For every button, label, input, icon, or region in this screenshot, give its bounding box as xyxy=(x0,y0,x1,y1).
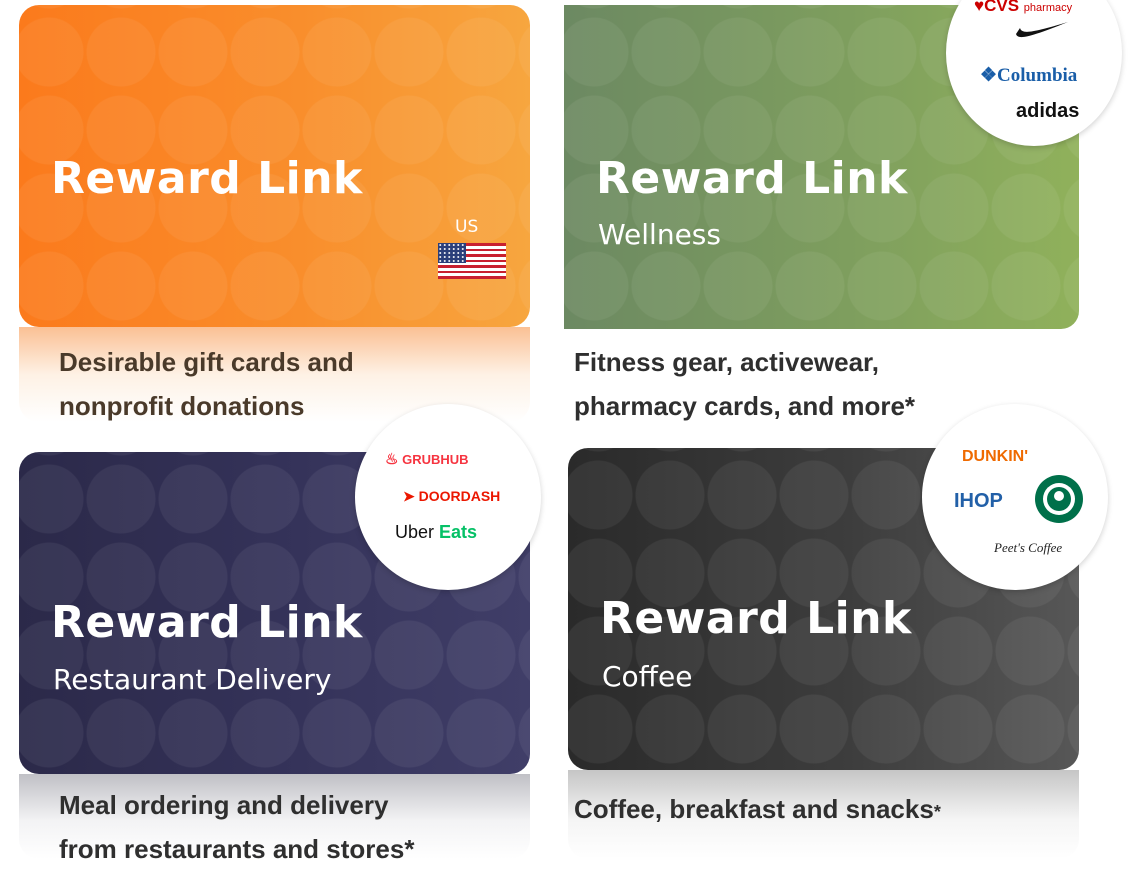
card-caption: Meal ordering and delivery from restaura… xyxy=(59,790,415,864)
brand-badge: DUNKIN' IHOP Peet's Coffee xyxy=(922,404,1108,590)
dunkin-logo: DUNKIN' xyxy=(962,448,1029,465)
card-title: Reward Link xyxy=(51,153,363,204)
card-caption: Coffee, breakfast and snacks* xyxy=(574,794,941,824)
peets-coffee-logo: Peet's Coffee xyxy=(994,540,1063,555)
brand-badge: ♨ GRUBHUB ➤ DOORDASH Uber Eats xyxy=(355,404,541,590)
columbia-logo: ❖Columbia xyxy=(980,65,1078,86)
starbucks-icon xyxy=(1035,475,1083,523)
adidas-logo: adidas xyxy=(1016,100,1080,122)
reward-card-us[interactable]: Reward Link US xyxy=(19,5,530,327)
ihop-logo: IHOP xyxy=(954,490,1003,512)
region-label: US xyxy=(455,217,479,237)
uber-eats-logo: Uber Eats xyxy=(395,522,478,542)
card-caption: Desirable gift cards and nonprofit donat… xyxy=(59,347,354,421)
grubhub-logo: ♨ GRUBHUB xyxy=(385,451,469,468)
card-subtitle: Restaurant Delivery xyxy=(53,663,332,696)
doordash-logo: ➤ DOORDASH xyxy=(403,488,501,504)
card-caption: Fitness gear, activewear, pharmacy cards… xyxy=(574,347,916,421)
card-subtitle: Wellness xyxy=(598,218,721,251)
card-title: Reward Link xyxy=(596,153,908,204)
cvs-pharmacy-logo: ♥CVS pharmacy xyxy=(974,0,1073,15)
nike-swoosh-icon xyxy=(1016,22,1068,38)
card-title: Reward Link xyxy=(51,597,363,648)
card-subtitle: Coffee xyxy=(602,660,693,693)
card-title: Reward Link xyxy=(600,593,912,644)
us-flag-icon xyxy=(438,243,506,279)
